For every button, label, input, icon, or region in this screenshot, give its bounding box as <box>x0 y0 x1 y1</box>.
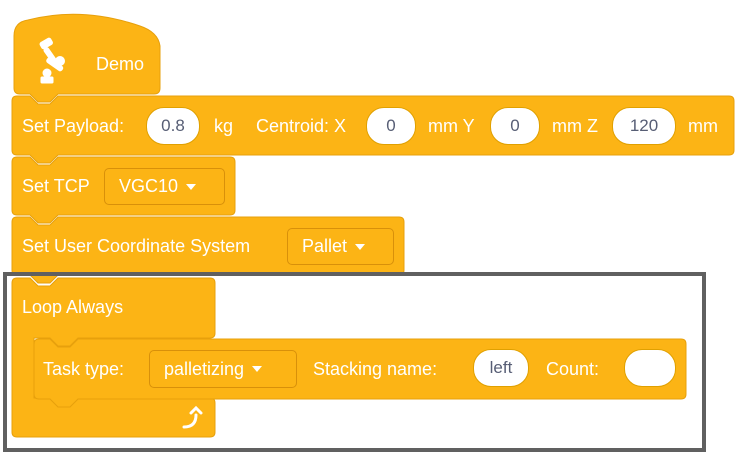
centroid-z-input[interactable]: 120 <box>612 107 676 145</box>
chevron-down-icon <box>186 183 197 190</box>
tcp-label: Set TCP <box>22 176 90 196</box>
centroid-x-label: Centroid: X <box>256 116 347 136</box>
user-coord-dropdown[interactable]: Pallet <box>287 228 394 265</box>
hat-label: Demo <box>96 54 145 74</box>
chevron-down-icon <box>355 243 366 250</box>
payload-label: Set Payload: <box>22 116 125 136</box>
payload-end-unit-label: mm <box>688 116 718 136</box>
user-coord-dropdown-value: Pallet <box>302 236 348 256</box>
task-type-dropdown-value: palletizing <box>164 358 245 379</box>
centroid-x-input[interactable]: 0 <box>366 107 416 145</box>
centroid-y-label: mm Y <box>428 116 475 136</box>
count-input[interactable] <box>624 349 676 387</box>
task-type-dropdown[interactable]: palletizing <box>149 350 297 388</box>
payload-unit-label: kg <box>214 116 234 136</box>
task-type-label: Task type: <box>43 359 125 379</box>
stacking-name-input[interactable]: left <box>473 349 529 387</box>
stacking-name-label: Stacking name: <box>313 359 438 379</box>
chevron-down-icon <box>252 366 263 372</box>
user-coord-label: Set User Coordinate System <box>22 236 251 256</box>
payload-value-input[interactable]: 0.8 <box>146 107 200 145</box>
centroid-y-input[interactable]: 0 <box>490 107 540 145</box>
tcp-dropdown-value: VGC10 <box>119 176 179 196</box>
centroid-z-label: mm Z <box>552 116 598 136</box>
tcp-dropdown[interactable]: VGC10 <box>104 168 225 205</box>
loop-label: Loop Always <box>22 297 124 317</box>
count-label: Count: <box>546 359 600 379</box>
